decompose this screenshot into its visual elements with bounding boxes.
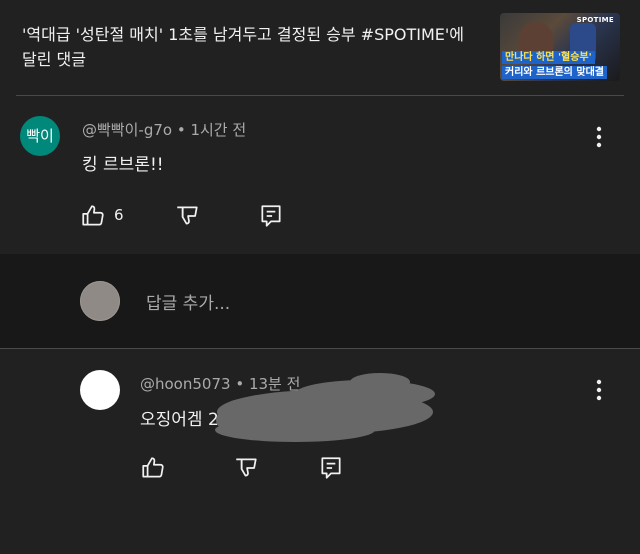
reply-input[interactable]: 답글 추가... — [146, 289, 230, 314]
comment-author[interactable]: @hoon5073 — [140, 375, 231, 393]
video-thumbnail[interactable]: SPOTIME 만나다 하면 '혈승부' 커리와 르브론의 맞대결 — [500, 13, 620, 81]
avatar[interactable]: 빡이 — [20, 116, 60, 156]
thumb-up-icon[interactable] — [140, 455, 166, 481]
meta-separator: • — [230, 375, 249, 393]
thumb-down-icon[interactable] — [174, 203, 200, 229]
thumbnail-caption-2: 커리와 르브론의 맞대결 — [502, 66, 607, 79]
comment-text: 킹 르브론!! — [82, 155, 164, 175]
reply-icon[interactable] — [318, 455, 344, 481]
comment-time: 13분 전 — [248, 375, 301, 393]
comment-meta: @hoon5073 • 13분 전 — [140, 373, 300, 394]
reply-icon[interactable] — [258, 203, 284, 229]
thumb-down-icon[interactable] — [233, 455, 259, 481]
comment: @hoon5073 • 13분 전 오징어겜 2 — [0, 349, 640, 554]
video-title[interactable]: '역대급 '성탄절 매치' 1초를 남겨두고 결정된 승부 #SPOTIME'에… — [22, 22, 482, 72]
more-vert-icon[interactable] — [589, 124, 609, 150]
comment-author[interactable]: @빡빡이-g7o — [82, 121, 172, 139]
thumbnail-caption-1: 만나다 하면 '혈승부' — [502, 51, 595, 64]
avatar — [80, 281, 120, 321]
comment-meta: @빡빡이-g7o • 1시간 전 — [82, 119, 246, 140]
like-count: 6 — [114, 206, 124, 224]
video-header: '역대급 '성탄절 매치' 1초를 남겨두고 결정된 승부 #SPOTIME'에… — [0, 0, 640, 95]
comment: 빡이 @빡빡이-g7o • 1시간 전 킹 르브론!! 6 — [0, 96, 640, 254]
meta-separator: • — [172, 121, 191, 139]
thumbnail-brand: SPOTIME — [576, 16, 614, 24]
reply-input-row: 답글 추가... — [0, 254, 640, 349]
avatar[interactable] — [80, 370, 120, 410]
comment-time: 1시간 전 — [190, 121, 247, 139]
thumb-up-icon[interactable] — [80, 203, 106, 229]
comment-text: 오징어겜 2 — [140, 410, 219, 430]
more-vert-icon[interactable] — [589, 377, 609, 403]
